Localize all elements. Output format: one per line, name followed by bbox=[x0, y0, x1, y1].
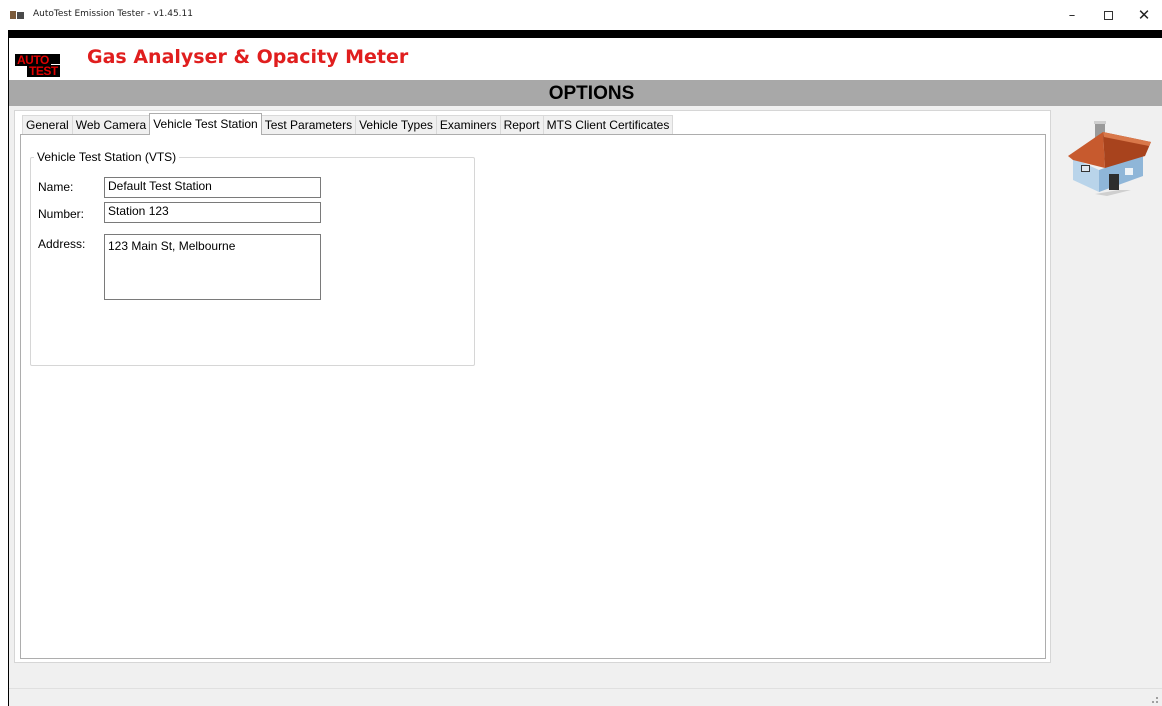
number-field[interactable]: Station 123 bbox=[104, 202, 321, 223]
tab-strip: General Web Camera Vehicle Test Station … bbox=[22, 113, 674, 135]
maximize-button[interactable] bbox=[1090, 4, 1126, 26]
tab-vehicle-test-station[interactable]: Vehicle Test Station bbox=[149, 113, 262, 135]
home-icon[interactable] bbox=[1065, 118, 1155, 196]
tab-test-parameters[interactable]: Test Parameters bbox=[260, 115, 357, 135]
tab-general[interactable]: General bbox=[22, 115, 73, 135]
window-title: AutoTest Emission Tester - v1.45.11 bbox=[33, 9, 193, 19]
window-titlebar: AutoTest Emission Tester - v1.45.11 – ✕ bbox=[0, 0, 1162, 30]
number-label: Number: bbox=[38, 207, 85, 221]
minimize-button[interactable]: – bbox=[1054, 4, 1090, 26]
tab-examiners[interactable]: Examiners bbox=[435, 115, 501, 135]
close-button[interactable]: ✕ bbox=[1126, 4, 1162, 26]
tab-report[interactable]: Report bbox=[499, 115, 544, 135]
resize-grip-icon[interactable] bbox=[1152, 697, 1158, 703]
vts-group-title: Vehicle Test Station (VTS) bbox=[34, 150, 180, 164]
app-icon bbox=[10, 11, 24, 19]
app-header: AUTO TEST Gas Analyser & Opacity Meter bbox=[9, 38, 1162, 80]
status-bar bbox=[9, 688, 1162, 706]
maximize-icon bbox=[1103, 10, 1113, 20]
tab-web-camera[interactable]: Web Camera bbox=[71, 115, 151, 135]
autotest-logo: AUTO TEST bbox=[15, 54, 60, 78]
name-field[interactable]: Default Test Station bbox=[104, 177, 321, 198]
tab-mts-client-certificates[interactable]: MTS Client Certificates bbox=[542, 115, 674, 135]
minimize-icon: – bbox=[1068, 7, 1076, 23]
options-header: OPTIONS bbox=[9, 80, 1162, 106]
address-label: Address: bbox=[38, 237, 86, 251]
name-label: Name: bbox=[38, 180, 74, 194]
address-field[interactable]: 123 Main St, Melbourne bbox=[104, 234, 321, 300]
tab-vehicle-types[interactable]: Vehicle Types bbox=[355, 115, 437, 135]
logo-line2: TEST bbox=[27, 64, 60, 78]
app-title: Gas Analyser & Opacity Meter bbox=[87, 46, 409, 68]
header-divider bbox=[8, 30, 1162, 38]
options-title: OPTIONS bbox=[548, 83, 635, 104]
close-icon: ✕ bbox=[1137, 6, 1151, 24]
